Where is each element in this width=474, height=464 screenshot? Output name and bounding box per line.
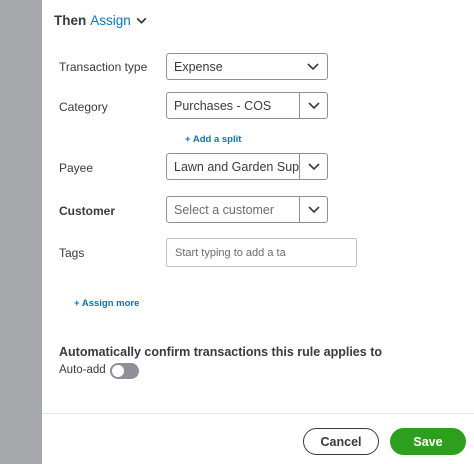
category-select[interactable]: Purchases - COS <box>166 92 328 119</box>
transaction-type-label: Transaction type <box>59 60 148 74</box>
customer-select[interactable]: Select a customer <box>166 196 328 223</box>
chevron-down-icon[interactable] <box>135 14 148 27</box>
customer-placeholder: Select a customer <box>174 202 275 217</box>
payee-label: Payee <box>59 161 94 175</box>
footer-divider <box>42 413 474 414</box>
chevron-down-icon[interactable] <box>299 93 327 118</box>
then-assign-header[interactable]: Then Assign <box>54 13 148 28</box>
tags-placeholder: Start typing to add a ta <box>175 246 286 259</box>
assign-dropdown-label[interactable]: Assign <box>90 13 131 28</box>
add-split-link[interactable]: + Add a split <box>185 134 241 145</box>
category-label: Category <box>59 100 108 114</box>
transaction-type-value: Expense <box>174 59 223 74</box>
auto-add-toggle[interactable] <box>110 363 139 379</box>
auto-add-label: Auto-add <box>59 364 106 376</box>
transaction-type-select[interactable]: Expense <box>166 53 328 80</box>
cancel-button[interactable]: Cancel <box>303 428 379 455</box>
category-value: Purchases - COS <box>174 98 272 113</box>
chevron-down-icon[interactable] <box>299 197 327 222</box>
payee-select[interactable]: Lawn and Garden Supp <box>166 153 328 180</box>
tags-input[interactable]: Start typing to add a ta <box>166 238 357 267</box>
save-button[interactable]: Save <box>390 428 466 455</box>
toggle-knob <box>112 365 124 377</box>
payee-value: Lawn and Garden Supp <box>174 159 299 174</box>
background-overlay <box>0 0 42 464</box>
auto-confirm-heading: Automatically confirm transactions this … <box>59 345 382 359</box>
assign-more-link[interactable]: + Assign more <box>74 298 139 309</box>
then-label: Then <box>54 13 87 28</box>
tags-label: Tags <box>59 246 85 260</box>
chevron-down-icon[interactable] <box>299 154 327 179</box>
chevron-down-icon[interactable] <box>299 54 327 79</box>
customer-label: Customer <box>59 204 116 218</box>
